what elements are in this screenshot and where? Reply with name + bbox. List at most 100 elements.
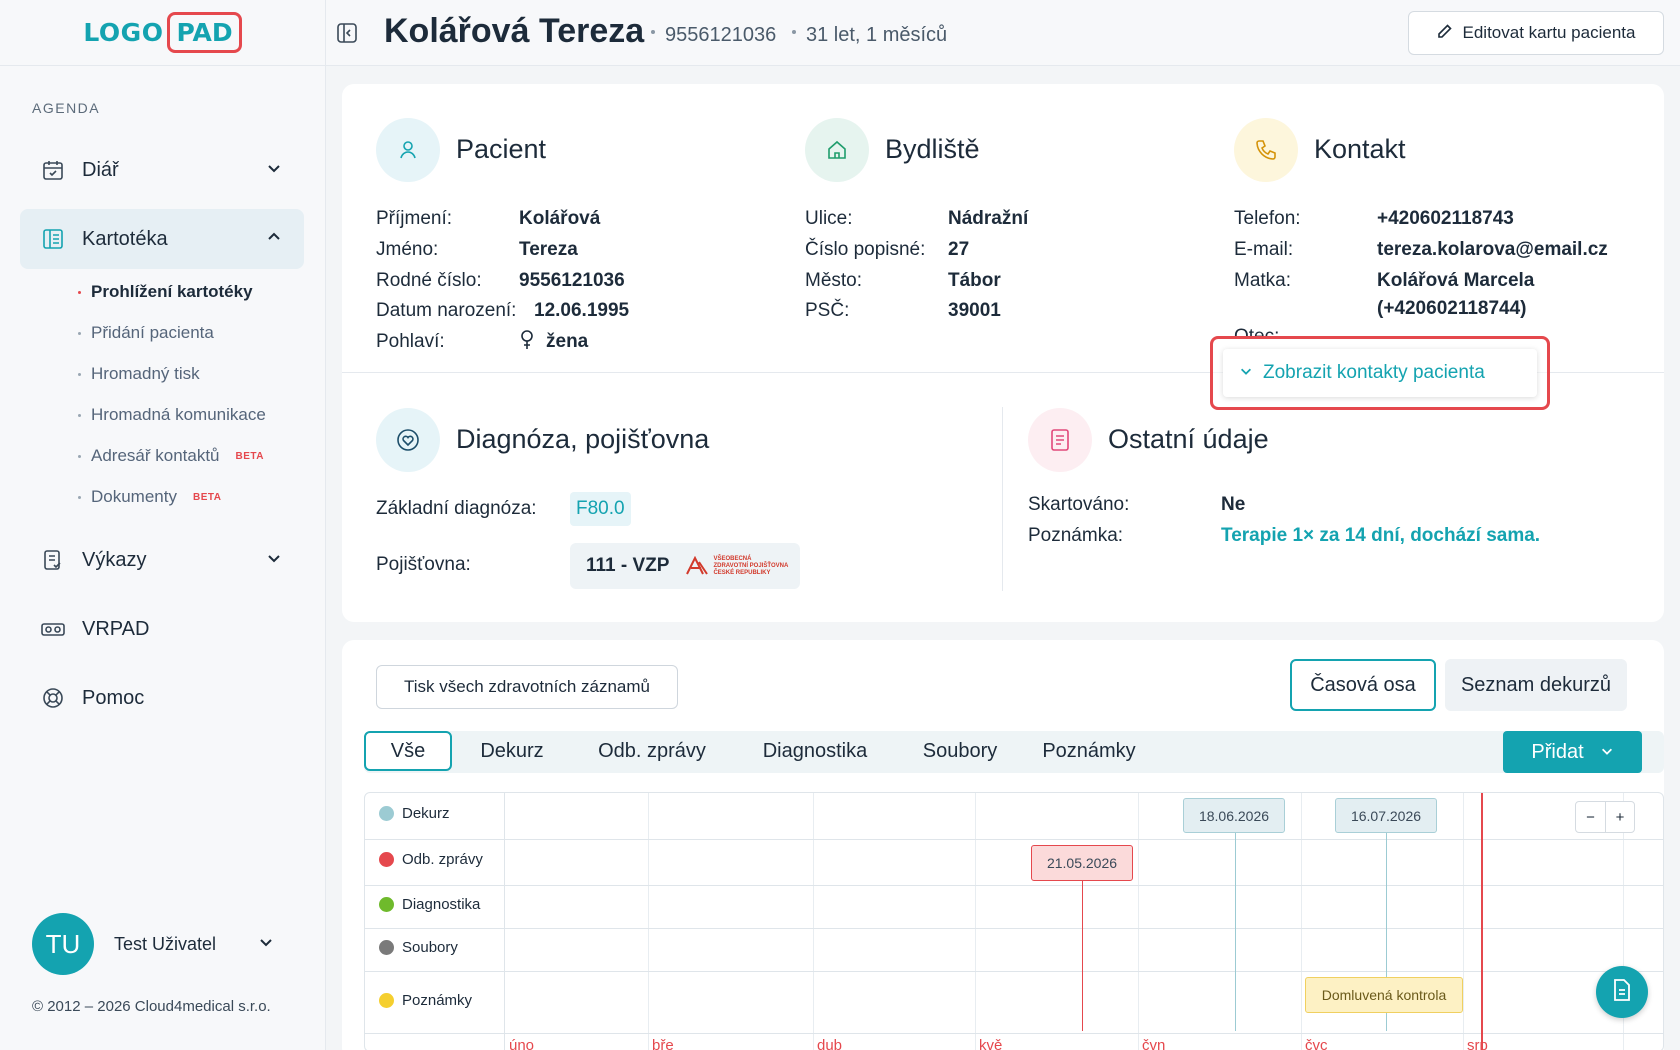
- address-section-title: Bydliště: [885, 134, 980, 164]
- section-divider-vertical: [1002, 407, 1003, 591]
- today-marker: [1481, 793, 1483, 1050]
- tab-poznamky[interactable]: Poznámky: [1022, 731, 1156, 771]
- add-record-button[interactable]: Přidat: [1503, 731, 1642, 773]
- notes-fab-button[interactable]: [1596, 966, 1648, 1018]
- zoom-out-button[interactable]: −: [1576, 802, 1605, 832]
- first-name-value: Tereza: [519, 239, 578, 260]
- timeline-zoom: − +: [1575, 801, 1635, 833]
- sidebar-subitem-hromadny-tisk[interactable]: Hromadný tisk: [78, 364, 200, 384]
- birth-date-label: Datum narození:: [376, 300, 517, 321]
- sidebar-subitem-dokumenty[interactable]: Dokumenty BETA: [78, 487, 221, 507]
- month-label: bře: [652, 1037, 674, 1050]
- birth-number-label: Rodné číslo:: [376, 270, 482, 291]
- separator-dot: [651, 30, 655, 34]
- bullet-dot: [78, 290, 81, 294]
- logo-text-boxed: PAD: [167, 12, 242, 53]
- legend-dot: [379, 897, 394, 912]
- birth-number-value: 9556121036: [519, 270, 625, 291]
- surname-label: Příjmení:: [376, 208, 453, 229]
- email-value: tereza.kolarova@email.cz: [1377, 239, 1608, 260]
- heart-badge-icon: [376, 408, 440, 472]
- sidebar-section-label: AGENDA: [32, 100, 101, 116]
- city-label: Město:: [805, 270, 863, 291]
- diagnosis-section-title: Diagnóza, pojišťovna: [456, 424, 710, 454]
- diagnosis-code-badge[interactable]: F80.0: [570, 492, 631, 526]
- show-contacts-button[interactable]: Zobrazit kontakty pacienta: [1223, 349, 1537, 397]
- event-chip-dekurz[interactable]: 18.06.2026: [1183, 798, 1285, 833]
- street-value: Nádražní: [948, 208, 1029, 229]
- contact-section-title: Kontakt: [1314, 134, 1406, 164]
- patient-section-title: Pacient: [456, 134, 547, 164]
- bullet-dot: [78, 372, 81, 376]
- sidebar-subitem-label: Hromadný tisk: [91, 364, 200, 383]
- logo[interactable]: LOGO PAD: [0, 0, 325, 66]
- view-timeline-button[interactable]: Časová osa: [1290, 659, 1436, 711]
- vr-headset-icon: [40, 616, 66, 642]
- chevron-down-icon: [258, 934, 274, 955]
- event-chip-odb-zprava[interactable]: 21.05.2026: [1031, 845, 1133, 881]
- sidebar-subitem-prohlizeni[interactable]: Prohlížení kartotéky: [78, 282, 253, 302]
- street-label: Ulice:: [805, 208, 853, 229]
- chevron-down-icon: [266, 160, 282, 181]
- timeline-row-labels: [365, 793, 505, 1050]
- timeline-row-dekurz: Dekurz: [379, 805, 450, 822]
- timeline-row-divider: [365, 1033, 1663, 1034]
- card-file-icon: [40, 226, 66, 252]
- sidebar-subitem-pridani[interactable]: Přidání pacienta: [78, 323, 214, 343]
- view-decourse-list-button[interactable]: Seznam dekurzů: [1445, 659, 1627, 711]
- print-all-records-button[interactable]: Tisk všech zdravotních záznamů: [376, 665, 678, 709]
- chevron-down-icon: [1239, 362, 1253, 384]
- beta-badge: BETA: [235, 450, 264, 462]
- timeline-gridline: [1463, 793, 1464, 1050]
- sidebar-subitem-label: Prohlížení kartotéky: [91, 282, 253, 301]
- page-header: Kolářová Tereza 9556121036 31 let, 1 měs…: [326, 0, 1680, 66]
- timeline-row-diagnostika: Diagnostika: [379, 896, 480, 913]
- surname-value: Kolářová: [519, 208, 601, 229]
- sidebar-item-vykazy[interactable]: Výkazy: [20, 530, 304, 590]
- tab-vse[interactable]: Vše: [364, 731, 452, 771]
- bullet-dot: [78, 413, 81, 417]
- email-label: E-mail:: [1234, 239, 1294, 260]
- timeline-row-soubory: Soubory: [379, 939, 458, 956]
- sidebar-subitem-hromadna-komunikace[interactable]: Hromadná komunikace: [78, 405, 266, 425]
- user-menu[interactable]: TU Test Uživatel: [32, 912, 292, 976]
- tab-diagnostika[interactable]: Diagnostika: [732, 731, 898, 771]
- mother-label: Matka:: [1234, 270, 1292, 291]
- event-chip-dekurz[interactable]: 16.07.2026: [1335, 798, 1437, 833]
- legend-dot: [379, 940, 394, 955]
- timeline-gridline: [1138, 793, 1139, 1050]
- sidebar-toggle-icon[interactable]: [336, 22, 358, 44]
- add-record-label: Přidat: [1531, 740, 1584, 763]
- sidebar-item-kartoteka[interactable]: Kartotéka: [20, 209, 304, 269]
- tab-dekurz[interactable]: Dekurz: [452, 731, 572, 771]
- female-icon: [520, 330, 534, 355]
- sidebar: LOGO PAD AGENDA Diář Kartotéka Prohlížen…: [0, 0, 326, 1050]
- sidebar-item-vrpad[interactable]: VRPAD: [20, 599, 304, 659]
- edit-patient-label: Editovat kartu pacienta: [1462, 23, 1636, 42]
- sidebar-item-pomoc[interactable]: Pomoc: [20, 668, 304, 728]
- event-chip-poznamka[interactable]: Domluvená kontrola: [1305, 977, 1463, 1013]
- sidebar-subitem-label: Přidání pacienta: [91, 323, 214, 342]
- tab-odb-zpravy[interactable]: Odb. zprávy: [572, 731, 732, 771]
- timeline-gridline: [1301, 793, 1302, 1050]
- insurance-label: Pojišťovna:: [376, 554, 471, 575]
- avatar: TU: [32, 913, 94, 975]
- bullet-dot: [78, 331, 81, 335]
- month-label: čvn: [1142, 1037, 1166, 1050]
- sidebar-item-label: Výkazy: [82, 548, 147, 571]
- record-type-tabs: Vše Dekurz Odb. zprávy Diagnostika Soubo…: [364, 731, 1664, 773]
- first-name-label: Jméno:: [376, 239, 439, 260]
- zoom-in-button[interactable]: +: [1605, 802, 1634, 832]
- sidebar-subitem-adresar[interactable]: Adresář kontaktů BETA: [78, 446, 264, 466]
- sidebar-item-label: VRPAD: [82, 617, 150, 640]
- phone-icon: [1234, 118, 1298, 182]
- header-birth-number: 9556121036: [665, 24, 777, 46]
- sidebar-subitem-label: Adresář kontaktů: [91, 446, 220, 465]
- edit-patient-button[interactable]: Editovat kartu pacienta: [1408, 11, 1664, 55]
- insurance-box: 111 - VZP VŠEOBECNÁ ZDRAVOTNÍ POJIŠŤOVNA Č…: [570, 543, 800, 589]
- tab-soubory[interactable]: Soubory: [898, 731, 1022, 771]
- sidebar-item-diar[interactable]: Diář: [20, 140, 304, 200]
- house-number-value: 27: [948, 239, 970, 260]
- city-value: Tábor: [948, 270, 1001, 291]
- header-age: 31 let, 1 měsíců: [806, 24, 948, 46]
